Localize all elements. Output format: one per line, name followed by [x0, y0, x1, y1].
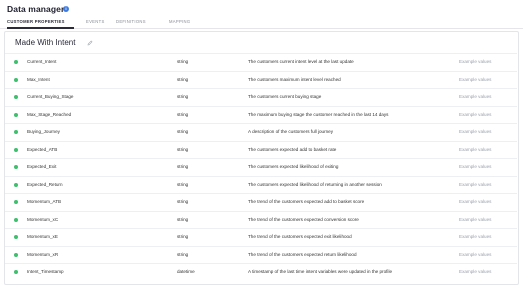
section-title: Made With Intent	[15, 38, 76, 47]
property-name: Expected_Return	[27, 181, 63, 187]
active-tab-indicator	[7, 27, 74, 29]
status-dot	[14, 270, 18, 274]
property-name: Max_Stage_Reached	[27, 111, 72, 117]
status-dot	[14, 77, 18, 82]
tab-customer-properties[interactable]: CUSTOMER PROPERTIES	[7, 19, 65, 24]
header: Data manager i CUSTOMER PROPERTIES EVENT…	[0, 0, 523, 29]
tab-definitions[interactable]: DEFINITIONS	[116, 19, 146, 24]
property-description: The customers maximum intent level reach…	[248, 76, 341, 82]
example-values-link[interactable]: Example values	[459, 252, 491, 257]
property-name: Current_Intent	[27, 59, 57, 64]
property-name: Intent_Timestamp	[27, 269, 64, 274]
table-row: Momentum_xR string The trend of the custom…	[5, 245, 517, 264]
example-values-link[interactable]: Example values	[459, 77, 491, 82]
property-description: The customers expected likelihood of ret…	[248, 181, 382, 187]
example-values-link[interactable]: Example values	[459, 112, 491, 117]
example-values-link[interactable]: Example values	[459, 94, 491, 99]
property-description: The maximum buying stage the customer re…	[248, 111, 389, 117]
example-values-link[interactable]: Example values	[459, 269, 491, 274]
property-description: The trend of the customers expected exit…	[248, 234, 352, 239]
example-values-link[interactable]: Example values	[459, 147, 491, 152]
example-values-link[interactable]: Example values	[459, 129, 491, 134]
property-type: string	[177, 234, 189, 239]
table-row: Current_Intent string The customers curren…	[5, 53, 517, 71]
status-dot	[14, 235, 18, 239]
property-name: Expected_Exit	[27, 164, 57, 169]
example-values-link[interactable]: Example values	[459, 59, 491, 64]
property-type: string	[177, 59, 189, 64]
status-dot	[14, 217, 18, 222]
table-row: Expected_ATB string The customers expected…	[5, 140, 517, 159]
example-values-link[interactable]: Example values	[459, 182, 491, 187]
table-row: Expected_Return string The customers expec…	[5, 175, 517, 194]
table-row: Momentum_ATB string The trend of the custo…	[5, 193, 517, 211]
tab-events[interactable]: EVENTS	[86, 19, 105, 24]
table-row: Max_Stage_Reached string The maximum buyin…	[5, 105, 517, 124]
table-row: Momentum_xC string The trend of the custom…	[5, 210, 517, 229]
property-name: Expected_ATB	[27, 146, 58, 152]
status-dot	[14, 165, 18, 169]
table-row: Momentum_xE string The trend of the custom…	[5, 228, 517, 246]
page-title: Data manager	[7, 4, 65, 14]
property-description: The customers current buying stage	[248, 94, 322, 99]
property-description: The trend of the customers expected retu…	[248, 251, 357, 257]
status-dot	[14, 130, 18, 134]
property-name: Buying_Journey	[27, 129, 60, 134]
property-description: The trend of the customers expected conv…	[248, 216, 359, 222]
status-dot	[14, 252, 18, 257]
property-type: datetime	[177, 269, 195, 274]
property-name: Momentum_ATB	[27, 199, 62, 204]
status-dot	[14, 147, 18, 152]
status-dot	[14, 200, 18, 204]
pencil-icon[interactable]	[87, 40, 93, 46]
table-row: Expected_Exit string The customers expecte…	[5, 158, 517, 176]
property-type: string	[177, 164, 189, 169]
property-name: Max_Intent	[27, 76, 50, 82]
property-name: Momentum_xR	[27, 251, 59, 257]
info-icon[interactable]: i	[63, 6, 69, 12]
property-description: The customers expected likelihood of exi…	[248, 164, 339, 169]
table-row: Max_Intent string The customers maximum in…	[5, 70, 517, 89]
property-description: A timestamp of the last time intent vari…	[248, 269, 393, 274]
property-type: string	[177, 146, 189, 152]
property-name: Momentum_xE	[27, 234, 58, 239]
status-dot	[14, 112, 18, 117]
property-type: string	[177, 94, 189, 99]
table-row: Buying_Journey string A description of the…	[5, 123, 517, 141]
property-type: string	[177, 76, 189, 82]
status-dot	[14, 60, 18, 64]
property-type: string	[177, 251, 189, 257]
property-type: string	[177, 199, 189, 204]
property-type: string	[177, 111, 189, 117]
example-values-link[interactable]: Example values	[459, 217, 491, 222]
property-description: A description of the customers full jour…	[248, 129, 334, 134]
table-row: Current_Buying_Stage string The customers …	[5, 88, 517, 106]
table-row: Intent_Timestamp datetime A timestamp of t…	[5, 263, 517, 281]
property-description: The trend of the customers expected add …	[248, 199, 365, 204]
property-description: The customers current intent level at th…	[248, 59, 354, 64]
status-dot	[14, 182, 18, 187]
tab-bar: CUSTOMER PROPERTIES EVENTS DEFINITIONS M…	[0, 16, 523, 29]
example-values-link[interactable]: Example values	[459, 234, 491, 239]
property-type: string	[177, 181, 189, 187]
example-values-link[interactable]: Example values	[459, 164, 491, 169]
property-name: Current_Buying_Stage	[27, 94, 74, 99]
property-type: string	[177, 216, 189, 222]
property-name: Momentum_xC	[27, 216, 59, 222]
example-values-link[interactable]: Example values	[459, 199, 491, 204]
tab-mapping[interactable]: MAPPING	[169, 19, 190, 24]
property-type: string	[177, 129, 189, 134]
status-dot	[14, 95, 18, 99]
property-description: The customers expected add to basket rat…	[248, 146, 337, 152]
